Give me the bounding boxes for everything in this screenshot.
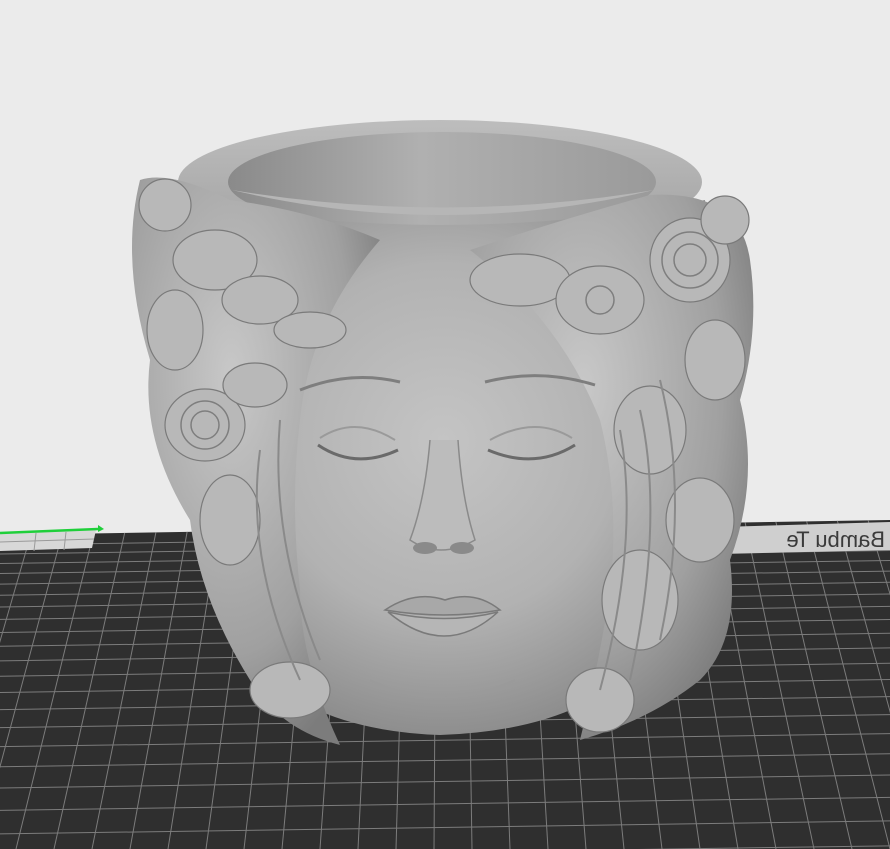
3d-viewport[interactable]: Bambu Te (0, 0, 890, 849)
plate-origin-marker (0, 525, 104, 552)
plate-label-text: Bambu Te (786, 527, 885, 552)
viewport-canvas[interactable]: Bambu Te (0, 0, 890, 849)
plate-label: Bambu Te (720, 522, 890, 554)
